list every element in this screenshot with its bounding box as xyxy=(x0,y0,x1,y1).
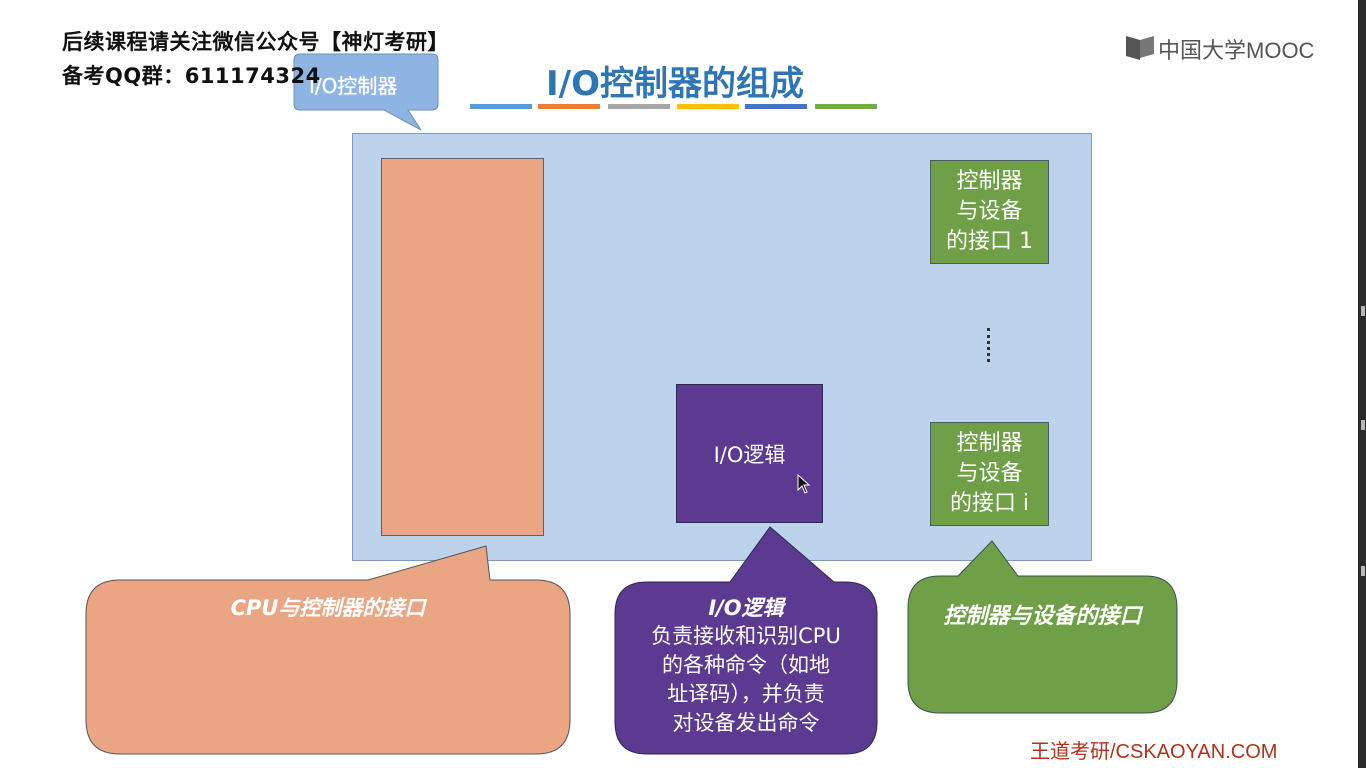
window-edge xyxy=(1358,0,1366,768)
container-callout-label: I/O控制器 xyxy=(309,74,398,98)
io-logic-body-line: 址译码），并负责 xyxy=(667,682,825,706)
footer-watermark: 王道考研/CSKAOYAN.COM xyxy=(1030,741,1278,763)
io-logic-callout-body: 负责接收和识别CPU 的各种命令（如地 址译码），并负责 对设备发出命令 xyxy=(615,622,877,738)
device-callout-title: 控制器与设备的接口 xyxy=(943,604,1142,629)
cpu-callout-title: CPU与控制器的接口 xyxy=(230,596,426,620)
edge-marker xyxy=(1361,306,1365,316)
io-logic-body-line: 负责接收和识别CPU xyxy=(651,624,841,648)
io-logic-callout-title: I/O逻辑 xyxy=(708,596,784,620)
io-logic-body-line: 的各种命令（如地 xyxy=(662,653,830,677)
slide: 后续课程请关注微信公众号【神灯考研】 中国大学MOOC I/O控制器的组成 控制… xyxy=(0,0,1358,768)
edge-marker xyxy=(1361,566,1365,576)
io-logic-body-line: 对设备发出命令 xyxy=(672,711,820,735)
edge-marker xyxy=(1361,420,1365,430)
mouse-cursor-icon xyxy=(797,474,811,494)
cpu-callout-shape xyxy=(85,545,571,755)
qq-group-notice: 备考QQ群：611174324 xyxy=(62,64,321,88)
